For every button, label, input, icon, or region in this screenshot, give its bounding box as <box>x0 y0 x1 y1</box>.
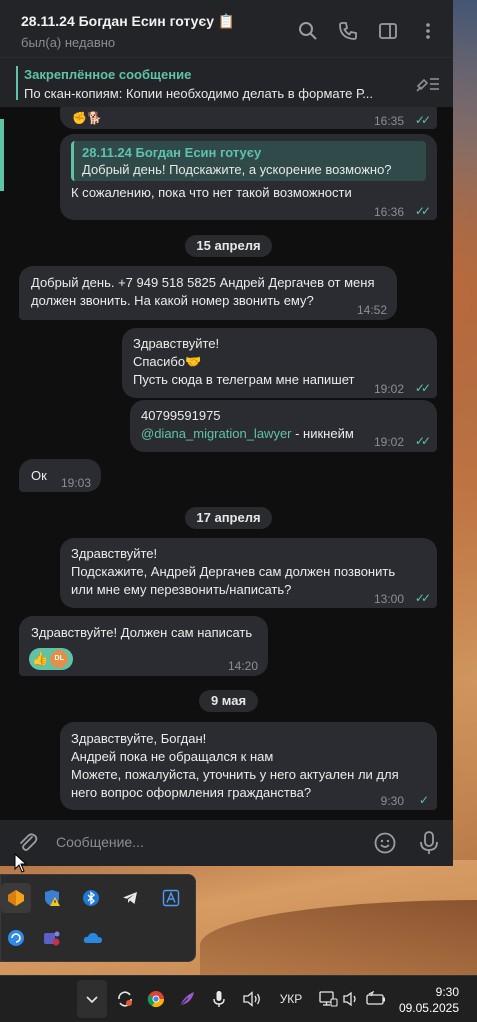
message-text: Подскажите, Андрей Дергачев сам должен п… <box>71 564 396 579</box>
username-link[interactable]: @diana_migration_lawyer <box>141 426 292 441</box>
read-checkmarks-icon: ✓✓ <box>414 591 431 605</box>
message-time: 9:30 <box>380 794 404 808</box>
clock-time: 9:30 <box>435 985 459 999</box>
message-time: 14:52 <box>356 303 387 317</box>
microphone-tray-icon[interactable] <box>208 984 230 1014</box>
clock-date: 09.05.2025 <box>398 1001 459 1015</box>
message-text: К сожалению, пока что нет такой возможно… <box>71 185 352 200</box>
message-outgoing[interactable]: Здравствуйте! Подскажите, Андрей Дергаче… <box>60 538 437 608</box>
clock[interactable]: 9:30 09.05.2025 <box>399 984 459 1016</box>
bluetooth-icon[interactable] <box>76 883 106 913</box>
reply-title: 28.11.24 Богдан Есин готуєу <box>82 145 262 160</box>
chat-title[interactable]: 28.11.24 Богдан Есин готуєу 📋 <box>21 13 235 30</box>
reply-quote[interactable]: 28.11.24 Богдан Есин готуєу Добрый день!… <box>71 141 426 181</box>
message-text: Здравствуйте! <box>133 336 220 351</box>
chrome-icon[interactable] <box>144 984 168 1014</box>
message-input[interactable]: Сообщение... <box>56 834 144 850</box>
message-outgoing[interactable]: Здравствуйте, Богдан! Андрей пока не обр… <box>60 722 437 810</box>
search-icon[interactable] <box>297 20 319 42</box>
pinned-title: Закреплённое сообщение <box>24 67 192 82</box>
security-warning-icon[interactable] <box>37 883 67 913</box>
office-app-icon[interactable] <box>1 883 31 913</box>
reply-text: Добрый день! Подскажите, а ускорение воз… <box>82 162 392 177</box>
sent-checkmark-icon: ✓ <box>418 793 429 807</box>
message-time: 19:03 <box>60 476 91 490</box>
message-text: Ок <box>31 468 47 483</box>
onedrive-icon[interactable] <box>78 923 108 953</box>
phone-icon[interactable] <box>337 20 359 42</box>
battery-icon[interactable] <box>364 984 388 1014</box>
message-incoming[interactable]: Добрый день. +7 949 518 5825 Андрей Дерг… <box>19 266 397 320</box>
message-time: 13:00 <box>373 592 404 606</box>
message-outgoing[interactable]: Здравствуйте! Спасибо🤝 Пусть сюда в теле… <box>122 328 437 398</box>
message-line: @diana_migration_lawyer - никнейм <box>141 425 354 443</box>
message-composer[interactable]: Сообщение... <box>0 820 453 866</box>
read-checkmarks-icon: ✓✓ <box>414 204 431 218</box>
message-incoming[interactable]: Здравствуйте! Должен сам написать 👍 DL 1… <box>19 616 268 676</box>
taskbar: УКР 9:30 09.05.2025 <box>0 975 477 1022</box>
update-icon[interactable] <box>1 923 31 953</box>
text-app-icon[interactable] <box>156 883 186 913</box>
reaction-chip[interactable]: 👍 DL <box>29 648 73 670</box>
feather-app-icon[interactable] <box>175 984 199 1014</box>
message-outgoing[interactable]: 40799591975 @diana_migration_lawyer - ни… <box>130 400 437 452</box>
network-icon[interactable] <box>316 984 340 1014</box>
message-text: Здравствуйте, Богдан! <box>71 731 207 746</box>
message-time: 19:02 <box>373 435 404 449</box>
mouse-cursor-icon <box>14 852 28 878</box>
sidebar-icon[interactable] <box>377 20 399 42</box>
read-checkmarks-icon: ✓✓ <box>414 381 431 395</box>
message-list[interactable]: ✊🐕 16:35 ✓✓ 28.11.24 Богдан Есин готуєу … <box>0 107 453 820</box>
telegram-window: 28.11.24 Богдан Есин готуєу 📋 был(а) нед… <box>0 0 453 866</box>
teams-icon[interactable] <box>37 923 67 953</box>
pinned-message[interactable]: Закреплённое сообщение По скан-копиям: К… <box>0 57 453 107</box>
selection-strip <box>0 119 4 191</box>
message-text: Здравствуйте! Должен сам написать <box>31 625 253 640</box>
more-icon[interactable] <box>417 20 439 42</box>
tray-overflow-flyout <box>0 874 196 962</box>
message-outgoing[interactable]: 28.11.24 Богдан Есин готуєу Добрый день!… <box>60 134 437 220</box>
emoji-stickers: ✊🐕 <box>72 111 102 125</box>
sync-icon[interactable] <box>113 984 137 1014</box>
pinned-bar <box>16 66 18 100</box>
message-text: - никнейм <box>291 426 354 441</box>
message-text: 40799591975 <box>141 408 221 423</box>
message-text: Здравствуйте! <box>71 546 158 561</box>
date-separator: 9 мая <box>199 690 258 712</box>
message-text: Можете, пожалуйста, уточнить у него акту… <box>71 767 399 782</box>
message-text: Спасибо🤝 <box>133 354 202 369</box>
message-text: Андрей пока не обращался к нам <box>71 749 274 764</box>
message-time: 14:20 <box>227 659 258 673</box>
read-checkmarks-icon: ✓✓ <box>414 113 431 127</box>
pinned-text: По скан-копиям: Копии необходимо делать … <box>24 86 374 101</box>
message-outgoing[interactable]: ✊🐕 16:35 ✓✓ <box>60 107 437 129</box>
show-hidden-icons-button[interactable] <box>77 980 107 1018</box>
chat-header[interactable]: 28.11.24 Богдан Есин готуєу 📋 был(а) нед… <box>0 0 453 57</box>
date-separator: 17 апреля <box>185 507 272 529</box>
thumbs-up-icon: 👍 <box>32 651 49 666</box>
message-time: 16:35 <box>373 114 404 128</box>
read-checkmarks-icon: ✓✓ <box>414 434 431 448</box>
avatar: DL <box>50 650 69 668</box>
microphone-icon[interactable] <box>418 830 440 861</box>
pinned-list-icon[interactable] <box>415 73 441 93</box>
telegram-icon[interactable] <box>115 883 145 913</box>
message-incoming[interactable]: Ок 19:03 <box>19 459 101 492</box>
message-text: или мне ему перезвонить/написать? <box>71 582 292 597</box>
date-separator: 15 апреля <box>185 235 272 257</box>
message-text: Пусть сюда в телеграм мне напишет <box>133 372 355 387</box>
message-text: него вопрос оформления гражданства? <box>71 785 312 800</box>
message-text: должен звонить. На какой номер звонить е… <box>31 293 314 308</box>
message-text: Добрый день. +7 949 518 5825 Андрей Дерг… <box>31 275 375 290</box>
speaker-icon[interactable] <box>240 984 264 1014</box>
language-indicator[interactable]: УКР <box>276 984 306 1014</box>
message-time: 19:02 <box>373 382 404 396</box>
volume-icon[interactable] <box>341 984 361 1014</box>
emoji-icon[interactable] <box>373 831 397 860</box>
chat-status: был(а) недавно <box>21 35 116 50</box>
message-time: 16:36 <box>373 205 404 219</box>
